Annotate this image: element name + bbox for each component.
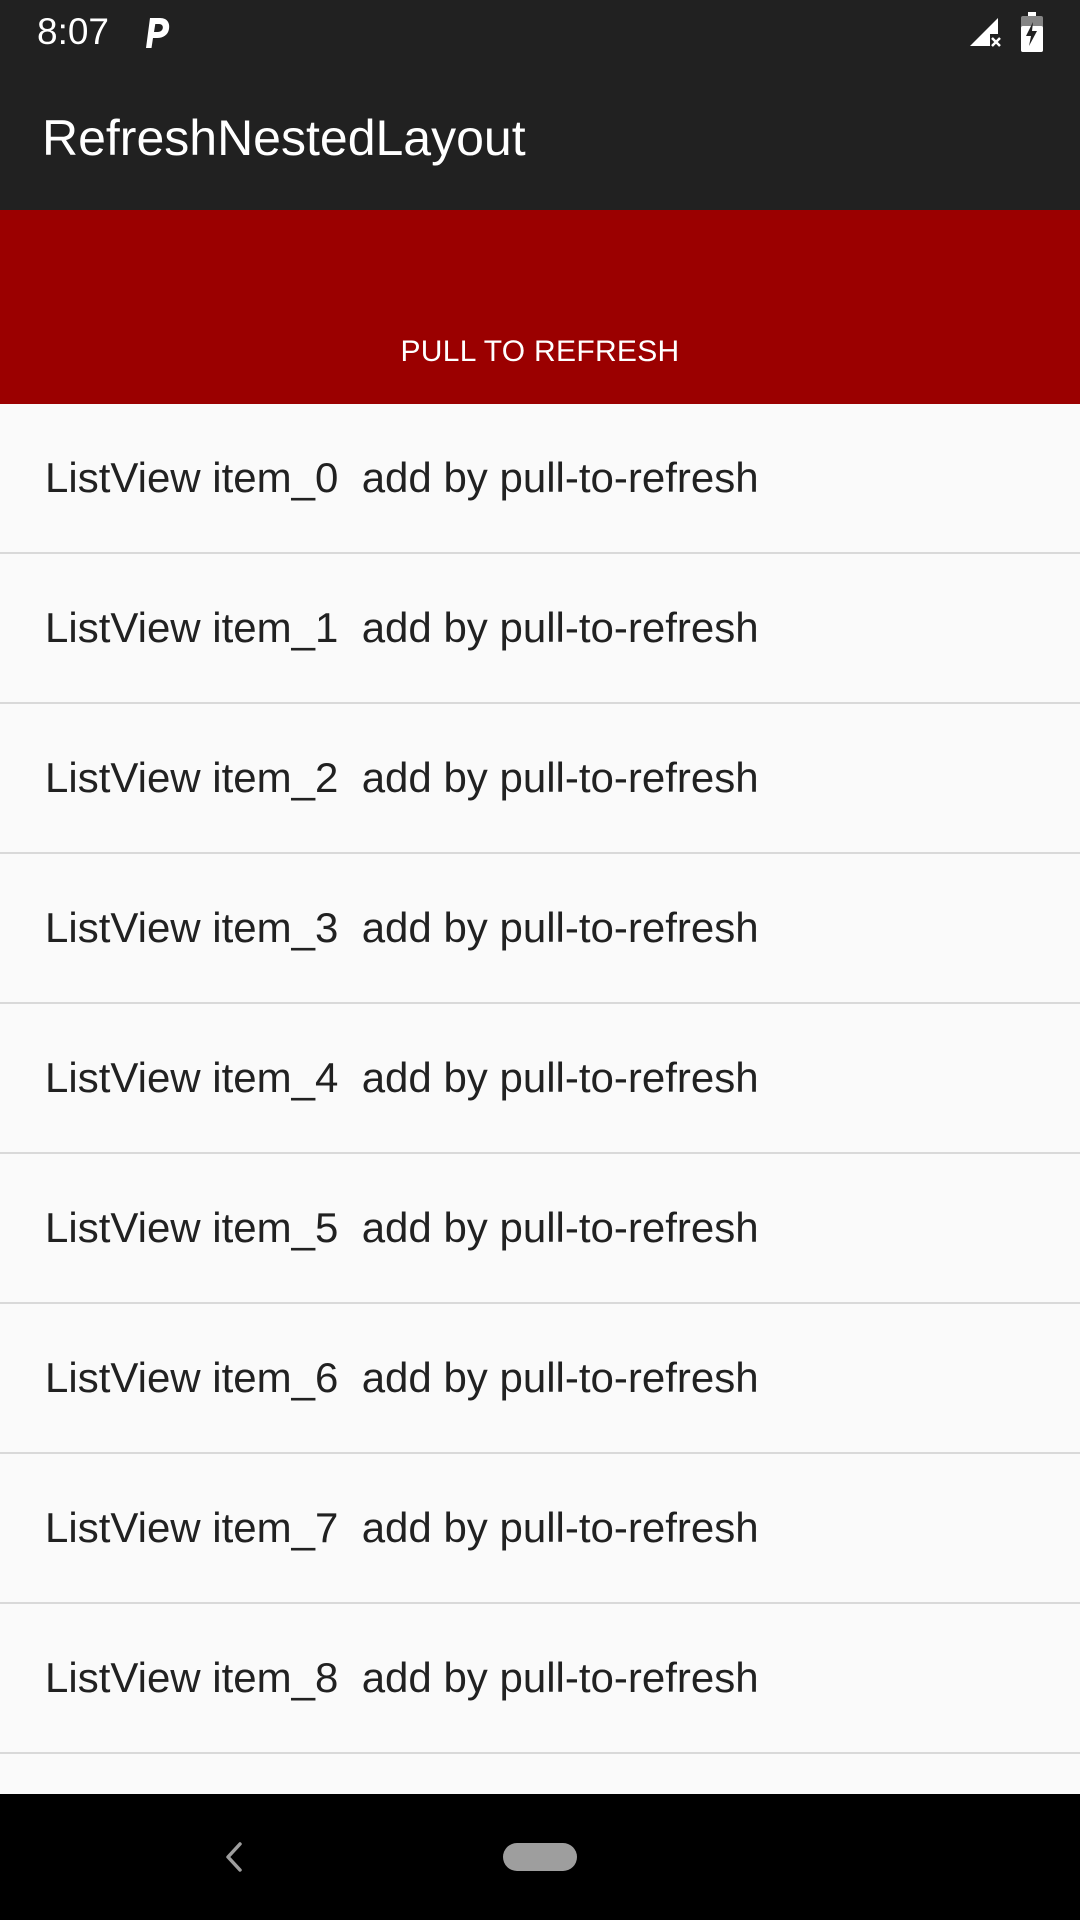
app-title: RefreshNestedLayout [42,110,526,166]
navigation-bar [0,1794,1080,1920]
app-bar: RefreshNestedLayout [0,63,1080,210]
parking-icon [146,18,170,48]
list-item-label: ListView item_0 add by pull-to-refresh [45,454,759,501]
list-item[interactable]: ListView item_7 add by pull-to-refresh [0,1454,1080,1604]
battery-charging-icon [1021,12,1043,52]
home-pill-icon[interactable] [503,1843,577,1871]
list-item-label: ListView item_1 add by pull-to-refresh [45,604,759,651]
list-item[interactable]: ListView item_0 add by pull-to-refresh [0,404,1080,554]
list-item-label: ListView item_3 add by pull-to-refresh [45,904,759,951]
list-item[interactable]: ListView item_3 add by pull-to-refresh [0,854,1080,1004]
screen: 8:07 RefreshNestedLayout PULL TO REFRESH… [0,0,1080,1920]
list-item[interactable]: ListView item_6 add by pull-to-refresh [0,1304,1080,1454]
list-item[interactable]: ListView item_1 add by pull-to-refresh [0,554,1080,704]
list-item-label: ListView item_4 add by pull-to-refresh [45,1054,759,1101]
list-item-label: ListView item_8 add by pull-to-refresh [45,1654,759,1701]
list-item[interactable]: ListView item_4 add by pull-to-refresh [0,1004,1080,1154]
list-item-label: ListView item_2 add by pull-to-refresh [45,754,759,801]
back-icon[interactable] [218,1838,248,1876]
signal-off-icon [970,18,1001,47]
status-time: 8:07 [37,11,110,52]
list-item[interactable]: ListView item_5 add by pull-to-refresh [0,1154,1080,1304]
list-item[interactable]: ListView item_2 add by pull-to-refresh [0,704,1080,854]
list-item[interactable] [0,1754,1080,1794]
status-bar: 8:07 [0,0,1080,63]
list-item-label: ListView item_7 add by pull-to-refresh [45,1504,759,1551]
list-item-label: ListView item_5 add by pull-to-refresh [45,1204,759,1251]
list-item[interactable]: ListView item_8 add by pull-to-refresh [0,1604,1080,1754]
list-item-label: ListView item_6 add by pull-to-refresh [45,1354,759,1401]
list-view[interactable]: ListView item_0 add by pull-to-refresh L… [0,404,1080,1794]
pull-to-refresh-header[interactable]: PULL TO REFRESH [0,210,1080,404]
pull-to-refresh-label: PULL TO REFRESH [400,335,680,368]
